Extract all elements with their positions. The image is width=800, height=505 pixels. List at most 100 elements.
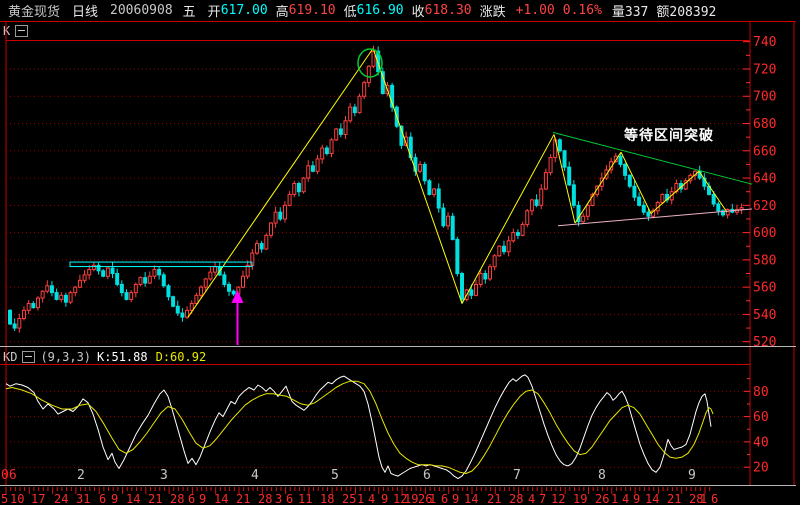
date-label: 3 <box>275 492 282 505</box>
candle-body <box>487 266 492 280</box>
date-label: 12 <box>551 492 565 505</box>
candle-body <box>268 222 273 236</box>
candle-body <box>21 309 26 320</box>
candle-body <box>35 297 40 309</box>
date-label: 14 <box>126 492 140 505</box>
y-axis-label: 580 <box>753 253 776 268</box>
candle-body <box>483 273 488 280</box>
candle-body <box>716 203 721 212</box>
candle-body <box>427 180 432 195</box>
date-label: 14 <box>645 492 659 505</box>
trend-line-yellow <box>461 134 555 304</box>
candle-body <box>49 285 54 294</box>
candle-body <box>208 271 213 280</box>
date-label: 17 <box>31 492 45 505</box>
kd-axis-label: 80 <box>753 385 769 400</box>
date-label: 9 <box>633 492 640 505</box>
y-axis-label: 620 <box>753 199 776 214</box>
kd-axis-label: 60 <box>753 410 769 425</box>
candle-body <box>310 165 315 172</box>
candle-body <box>157 268 162 276</box>
candle-body <box>203 278 208 288</box>
candle-body <box>63 294 68 303</box>
candle-body <box>59 294 64 300</box>
date-label: 21 <box>487 492 501 505</box>
trend-line-yellow <box>553 134 576 224</box>
candle-body <box>292 183 297 195</box>
candle-body <box>348 106 353 122</box>
candle-body <box>105 267 110 277</box>
candle-body <box>77 279 82 288</box>
candle-body <box>455 238 460 275</box>
y-axis-label: 560 <box>753 281 776 296</box>
candle-body <box>511 232 516 242</box>
date-label: 25 <box>342 492 356 505</box>
date-label: 6 <box>99 492 106 505</box>
candle-body <box>282 204 287 220</box>
candle-body <box>352 106 357 114</box>
date-label: 1 <box>429 492 436 505</box>
candle-body <box>334 128 339 141</box>
date-label: 1 <box>611 492 618 505</box>
date-label: 6 <box>286 492 293 505</box>
date-label: 9 <box>381 492 388 505</box>
y-axis-label: 540 <box>753 308 776 323</box>
trend-line-yellow <box>372 48 463 304</box>
candle-body <box>329 139 334 155</box>
candle-body <box>296 183 301 193</box>
candle-body <box>432 188 437 195</box>
candle-body <box>287 193 292 206</box>
candle-body <box>54 292 59 300</box>
candle-body <box>711 193 716 205</box>
candle-body <box>171 296 176 307</box>
candle-body <box>585 204 590 217</box>
candle-body <box>45 285 50 292</box>
candle-body <box>562 150 567 168</box>
month-label: 8 <box>598 468 606 483</box>
candle-body <box>539 188 544 206</box>
candle-body <box>543 172 548 190</box>
candle-body <box>660 193 665 204</box>
month-label: 6 <box>423 468 431 483</box>
candle-body <box>450 215 455 240</box>
candle-body <box>91 264 96 270</box>
date-label: 4 <box>528 492 535 505</box>
candle-body <box>231 290 236 295</box>
candle-body <box>133 283 138 294</box>
candle-body <box>529 199 534 212</box>
date-label: 4 <box>368 492 375 505</box>
date-label: 1 <box>700 492 707 505</box>
y-axis-label: 680 <box>753 117 776 132</box>
y-axis-label: 740 <box>753 35 776 50</box>
trend-line-yellow <box>187 48 374 318</box>
date-label: 1 <box>357 492 364 505</box>
date-label: 28 <box>509 492 523 505</box>
candle-body <box>199 286 204 296</box>
chart-canvas[interactable]: 7407207006806606406206005805605405208060… <box>0 0 800 505</box>
date-label: 5 <box>1 492 8 505</box>
date-label: 24 <box>54 492 68 505</box>
candle-body <box>581 215 586 223</box>
candle-body <box>646 211 651 217</box>
date-label: 10 <box>10 492 24 505</box>
candle-body <box>68 292 73 303</box>
candle-body <box>87 268 92 276</box>
candle-body <box>515 232 520 236</box>
date-label: 9 <box>452 492 459 505</box>
candle-body <box>436 188 441 209</box>
candle-body <box>306 165 311 179</box>
candle-body <box>557 139 562 152</box>
candle-body <box>641 204 646 213</box>
trend-line-yellow <box>620 151 652 214</box>
candle-body <box>213 266 218 273</box>
candle-body <box>446 215 451 227</box>
candle-body <box>73 286 78 294</box>
candle-body <box>548 157 553 174</box>
date-label: 6 <box>188 492 195 505</box>
y-axis-label: 700 <box>753 90 776 105</box>
candle-body <box>119 283 124 294</box>
month-label: 4 <box>251 468 259 483</box>
kd-d-line <box>5 380 714 474</box>
y-axis-label: 520 <box>753 335 776 350</box>
candle-body <box>506 240 511 253</box>
